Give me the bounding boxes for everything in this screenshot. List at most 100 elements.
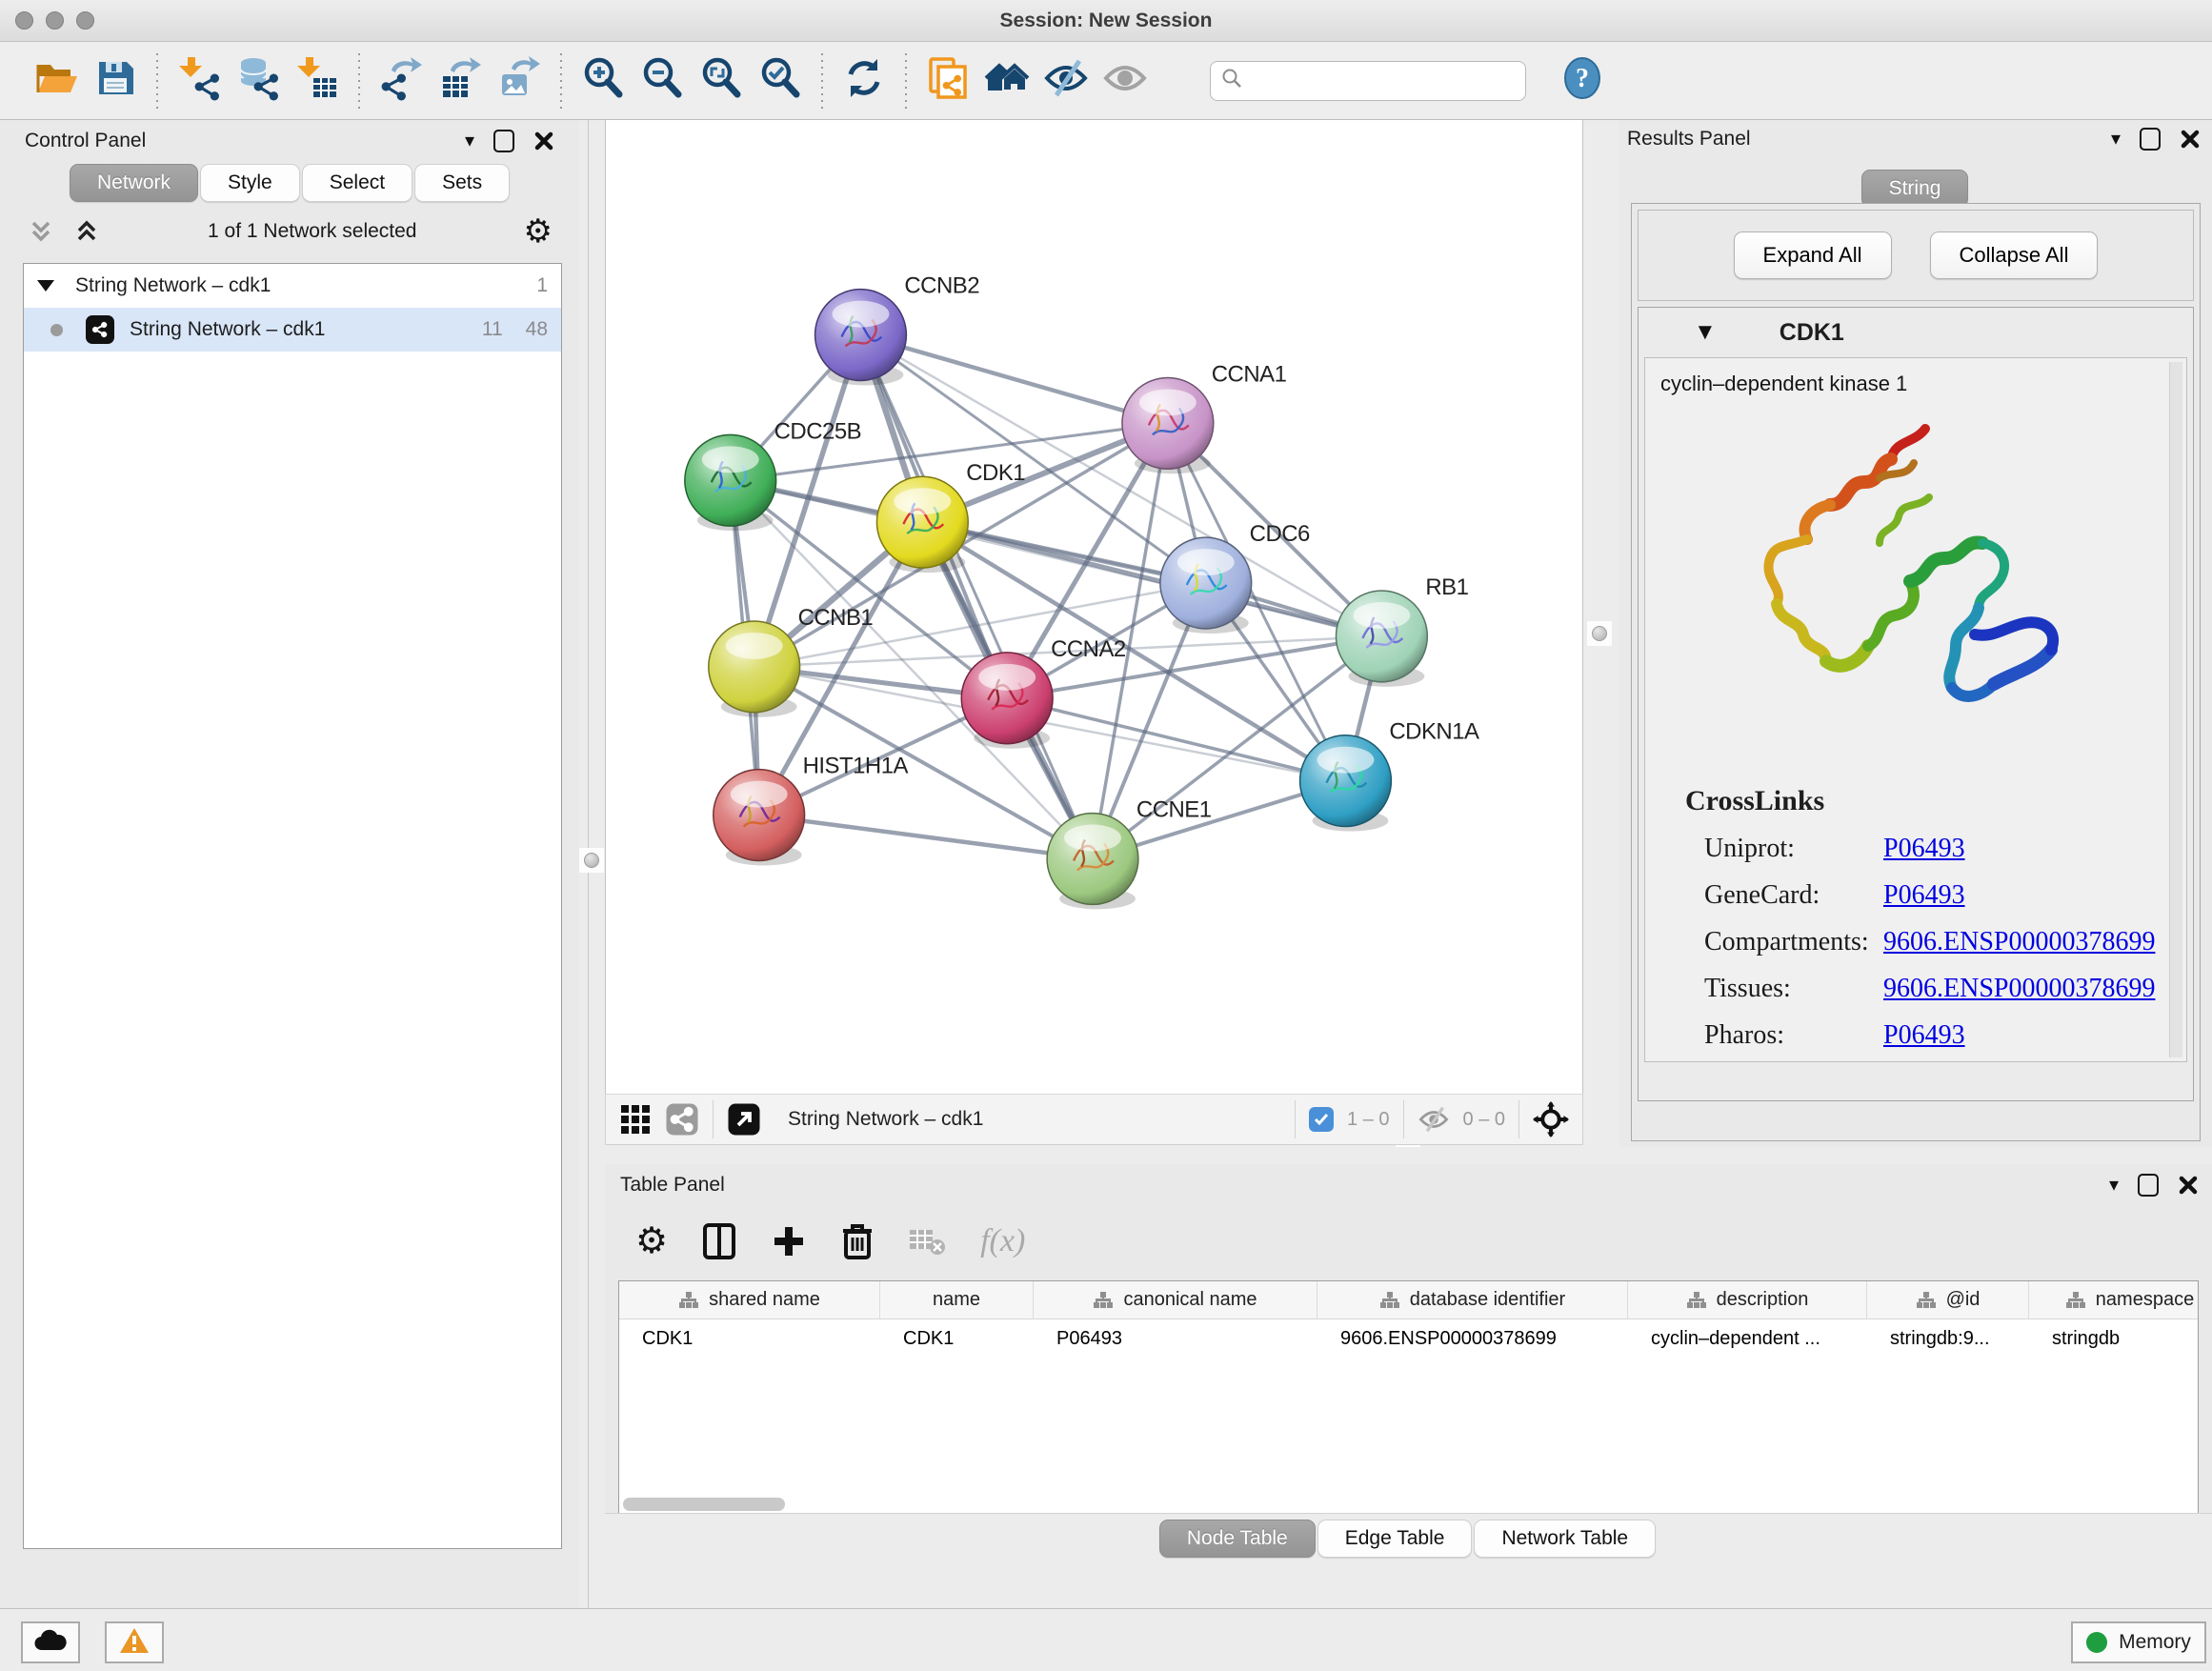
network-edge[interactable]: [759, 815, 1093, 859]
results-scrollbar[interactable]: [2169, 362, 2182, 1057]
crosslink-link[interactable]: P06493: [1883, 834, 1965, 864]
left-splitter-handle[interactable]: [579, 848, 604, 873]
import-network-from-database-button[interactable]: [229, 52, 288, 110]
table-cell[interactable]: CDK1: [619, 1319, 880, 1358]
results-panel-close-icon[interactable]: [2180, 129, 2201, 150]
table-tab-node-table[interactable]: Node Table: [1159, 1520, 1316, 1558]
zoom-out-button[interactable]: [633, 52, 692, 110]
crosslink-link[interactable]: P06493: [1883, 1020, 1965, 1051]
network-canvas[interactable]: CCNB2CCNA1CDC25BCDK1CDC6RB1CCNB1CCNA2CDK…: [605, 120, 1583, 1094]
crosslink-link[interactable]: 9606.ENSP00000378699: [1883, 974, 2155, 1004]
table-cell[interactable]: stringdb: [2029, 1319, 2199, 1358]
create-column-icon[interactable]: [771, 1223, 807, 1259]
cloud-icon: [32, 1627, 69, 1659]
gene-section-header[interactable]: ▼ CDK1: [1639, 308, 2193, 357]
shared-column-icon: [1379, 1291, 1400, 1310]
column-header-description[interactable]: description: [1628, 1281, 1867, 1319]
table-tab-edge-table[interactable]: Edge Table: [1317, 1520, 1473, 1558]
export-table-button[interactable]: [431, 52, 490, 110]
gene-name: CDK1: [1780, 319, 1844, 347]
tab-sets[interactable]: Sets: [414, 164, 510, 202]
tab-style[interactable]: Style: [200, 164, 300, 202]
network-row[interactable]: String Network – cdk1 11 48: [24, 308, 561, 352]
export-network-button[interactable]: [372, 52, 431, 110]
network-share-icon[interactable]: [665, 1102, 699, 1137]
node-label-CCNA2: CCNA2: [1051, 636, 1126, 662]
node-label-CDC6: CDC6: [1250, 521, 1310, 547]
zoom-selected-button[interactable]: [751, 52, 810, 110]
table-cell[interactable]: stringdb:9...: [1867, 1319, 2029, 1358]
zoom-fit-button[interactable]: [692, 52, 751, 110]
table-panel-float-icon[interactable]: [2138, 1174, 2159, 1197]
network-collection-row[interactable]: String Network – cdk1 1: [24, 264, 561, 308]
apply-layout-button[interactable]: [835, 52, 894, 110]
edge-count: 48: [526, 318, 548, 341]
tab-string[interactable]: String: [1861, 170, 1969, 208]
network-edge[interactable]: [860, 335, 1093, 859]
node-label-CCNB2: CCNB2: [904, 273, 979, 299]
collapse-all-button[interactable]: Collapse All: [1930, 232, 2099, 279]
column-header-database-identifier[interactable]: database identifier: [1317, 1281, 1628, 1319]
column-header-shared-name[interactable]: shared name: [619, 1281, 880, 1319]
memory-button[interactable]: Memory: [2071, 1621, 2206, 1663]
crosslink-link[interactable]: 9606.ENSP00000378699: [1883, 927, 2155, 957]
table-cell[interactable]: cyclin–dependent ...: [1628, 1319, 1867, 1358]
open-session-button[interactable]: [27, 52, 86, 110]
table-panel-menu-icon[interactable]: ▾: [2109, 1176, 2119, 1195]
delete-column-icon[interactable]: [841, 1222, 874, 1260]
open-in-browser-icon[interactable]: [727, 1102, 761, 1137]
control-panel-close-icon[interactable]: [533, 131, 554, 151]
table-row[interactable]: CDK1CDK1P064939606.ENSP00000378699cyclin…: [619, 1319, 2198, 1358]
warnings-button[interactable]: [105, 1621, 164, 1663]
expand-all-icon[interactable]: [72, 217, 101, 246]
birdseye-view-icon[interactable]: [619, 1103, 652, 1136]
network-edge[interactable]: [860, 335, 1167, 424]
first-neighbors-button[interactable]: [977, 52, 1036, 110]
node-position-reset-icon[interactable]: [1533, 1101, 1569, 1137]
expand-all-button[interactable]: Expand All: [1734, 232, 1892, 279]
network-edge[interactable]: [922, 522, 1381, 636]
table-panel-close-icon[interactable]: [2178, 1175, 2199, 1196]
memory-label: Memory: [2119, 1631, 2191, 1654]
table-cell[interactable]: P06493: [1034, 1319, 1317, 1358]
zoom-in-button[interactable]: [573, 52, 633, 110]
collection-expand-icon[interactable]: [37, 280, 54, 292]
results-panel-menu-icon[interactable]: ▾: [2111, 130, 2121, 149]
table-cell[interactable]: CDK1: [880, 1319, 1034, 1358]
search-input[interactable]: [1249, 64, 1525, 98]
selected-checkbox-icon[interactable]: [1309, 1107, 1334, 1132]
duplicate-network-button[interactable]: [918, 52, 977, 110]
hidden-count: 0 – 0: [1463, 1109, 1505, 1131]
import-network-button[interactable]: [170, 52, 229, 110]
table-options-gear-icon[interactable]: ⚙: [635, 1223, 668, 1259]
export-image-button[interactable]: [490, 52, 549, 110]
control-panel-float-icon[interactable]: [493, 130, 514, 152]
import-table-button[interactable]: [288, 52, 347, 110]
column-header--id[interactable]: @id: [1867, 1281, 2029, 1319]
collapse-all-icon[interactable]: [27, 217, 55, 246]
column-header-canonical-name[interactable]: canonical name: [1034, 1281, 1317, 1319]
column-header-name[interactable]: name: [880, 1281, 1034, 1319]
help-icon: ?: [1559, 55, 1605, 106]
network-options-gear-icon[interactable]: ⚙: [524, 215, 553, 248]
control-panel-menu-icon[interactable]: ▾: [465, 131, 474, 151]
node-label-CDK1: CDK1: [966, 460, 1025, 486]
column-header-namespace[interactable]: namespace: [2029, 1281, 2199, 1319]
show-columns-icon[interactable]: [702, 1222, 736, 1260]
save-session-button[interactable]: [86, 52, 145, 110]
table-tab-network-table[interactable]: Network Table: [1474, 1520, 1656, 1558]
right-splitter-handle[interactable]: [1587, 621, 1612, 646]
hide-selected-button[interactable]: [1036, 52, 1096, 110]
cloud-button[interactable]: [21, 1621, 80, 1663]
gene-collapse-icon[interactable]: ▼: [1694, 321, 1717, 344]
tab-network[interactable]: Network: [70, 164, 198, 202]
table-hscrollbar-thumb[interactable]: [623, 1498, 785, 1511]
horizontal-splitter[interactable]: [605, 1147, 2212, 1164]
show-all-button[interactable]: [1096, 52, 1155, 110]
crosslink-link[interactable]: P06493: [1883, 880, 1965, 911]
help-button[interactable]: ?: [1553, 52, 1612, 110]
table-cell[interactable]: 9606.ENSP00000378699: [1317, 1319, 1628, 1358]
import-database-icon: [235, 55, 281, 106]
tab-select[interactable]: Select: [302, 164, 412, 202]
results-panel-float-icon[interactable]: [2140, 128, 2161, 151]
